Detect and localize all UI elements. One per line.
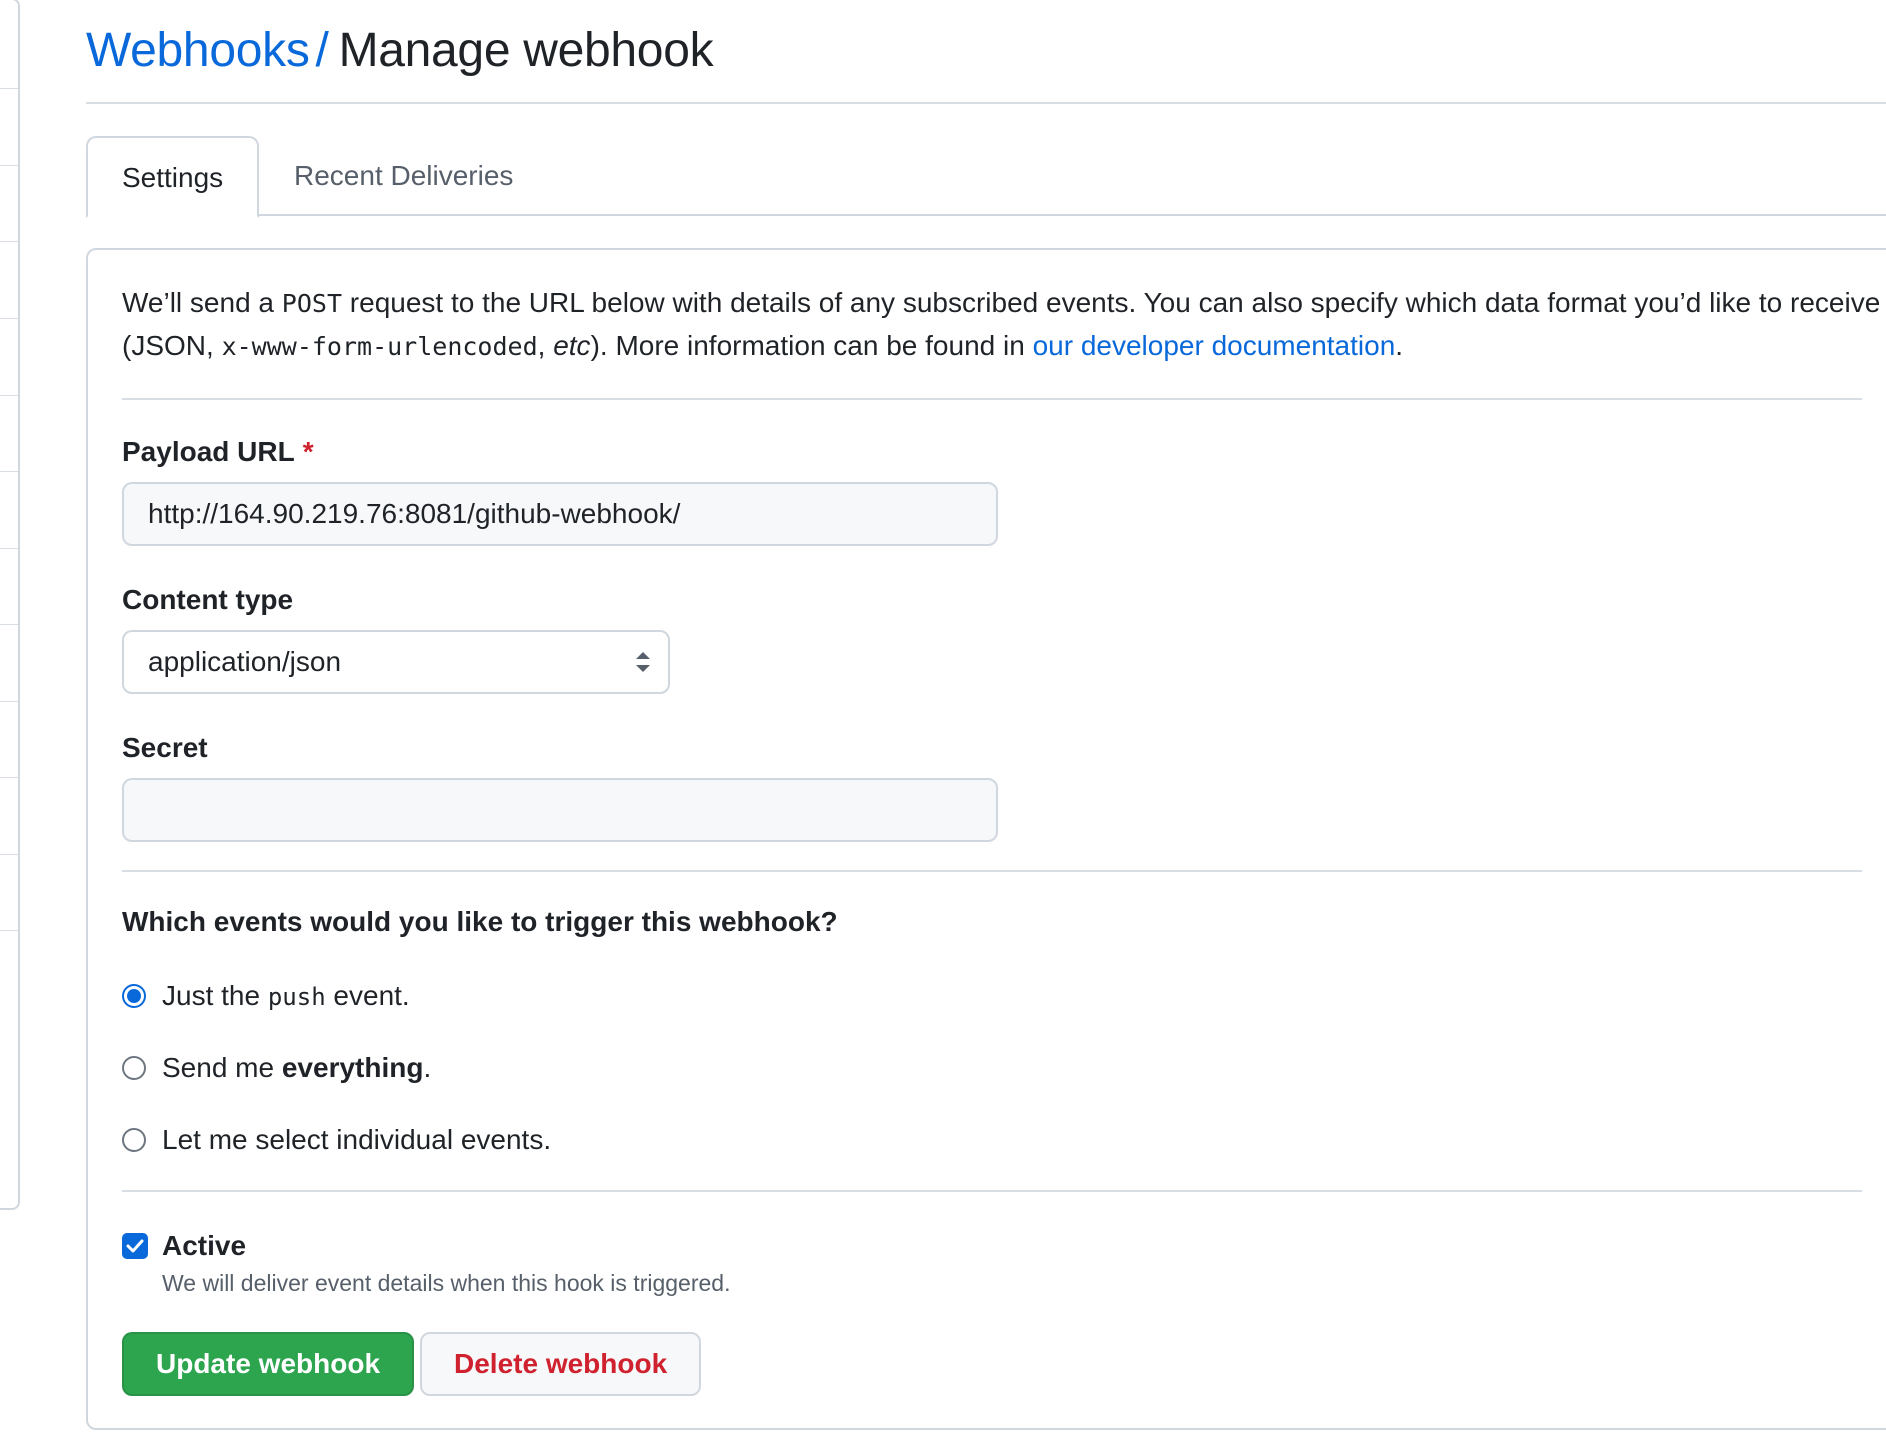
urlencoded-code: x-www-form-urlencoded: [221, 332, 538, 361]
breadcrumb-webhooks-link[interactable]: Webhooks: [86, 24, 310, 77]
checkmark-icon: [126, 1239, 144, 1253]
settings-sidebar: [0, 0, 20, 1210]
event-option-label: Just the push event.: [162, 976, 410, 1017]
select-arrows-icon: [636, 652, 650, 672]
post-code: POST: [281, 289, 343, 318]
event-option-everything[interactable]: Send me everything.: [122, 1048, 431, 1088]
sidebar-separator: [0, 930, 18, 931]
event-option-push[interactable]: Just the push event.: [122, 976, 410, 1016]
intro-text-part: ). More information can be found in: [590, 330, 1033, 361]
breadcrumb-current: Manage webhook: [338, 24, 714, 77]
sidebar-separator: [0, 854, 18, 855]
intro-text-part: .: [1395, 330, 1404, 361]
section-divider: [122, 1190, 1862, 1192]
webhook-settings-form: We’ll send a POST request to the URL bel…: [86, 248, 1886, 1430]
push-code: push: [267, 982, 326, 1011]
event-option-text: .: [423, 1052, 432, 1083]
radio-button[interactable]: [122, 1128, 146, 1152]
sidebar-separator: [0, 548, 18, 549]
event-option-label: Let me select individual events.: [162, 1124, 552, 1155]
required-indicator: *: [302, 436, 314, 467]
update-webhook-button[interactable]: Update webhook: [122, 1332, 415, 1396]
etc-text: etc: [553, 330, 591, 361]
active-checkbox-row[interactable]: Active: [122, 1226, 246, 1266]
event-option-text: Send me: [162, 1052, 282, 1083]
developer-docs-link[interactable]: our developer documentation: [1033, 330, 1396, 361]
payload-url-input[interactable]: [122, 482, 998, 546]
delete-webhook-button[interactable]: Delete webhook: [420, 1332, 702, 1396]
intro-text: We’ll send a POST request to the URL bel…: [122, 282, 1882, 368]
breadcrumb-separator: /: [315, 24, 329, 77]
tab-bar: Settings Recent Deliveries: [86, 136, 1886, 218]
section-divider: [122, 398, 1862, 400]
event-option-individual[interactable]: Let me select individual events.: [122, 1120, 551, 1160]
payload-url-label-text: Payload URL: [122, 436, 295, 467]
sidebar-separator: [0, 241, 18, 242]
event-option-text: event.: [325, 979, 410, 1011]
payload-url-label: Payload URL *: [122, 434, 314, 470]
sidebar-separator: [0, 318, 18, 319]
content-type-select[interactable]: application/json: [122, 630, 670, 694]
sidebar-separator: [0, 701, 18, 702]
content-type-value: application/json: [148, 646, 342, 677]
everything-bold-text: everything: [281, 1052, 424, 1083]
active-checkbox[interactable]: [122, 1233, 148, 1259]
event-option-text: Just the: [162, 979, 268, 1011]
active-label: Active: [162, 1230, 247, 1261]
content-type-label: Content type: [122, 584, 294, 615]
event-option-label: Send me everything.: [162, 1048, 431, 1088]
secret-label: Secret: [122, 732, 208, 763]
section-divider: [122, 870, 1862, 872]
intro-text-part: ,: [537, 330, 554, 361]
sidebar-separator: [0, 165, 18, 166]
sidebar-separator: [0, 624, 18, 625]
sidebar-separator: [0, 88, 18, 89]
page-title: Webhooks / Manage webhook: [86, 20, 1886, 82]
page-header: Webhooks / Manage webhook: [86, 20, 1886, 104]
sidebar-separator: [0, 395, 18, 396]
active-hint: We will deliver event details when this …: [162, 1270, 731, 1296]
sidebar-separator: [0, 777, 18, 778]
events-question: Which events would you like to trigger t…: [122, 906, 838, 937]
radio-button[interactable]: [122, 984, 146, 1008]
tab-settings[interactable]: Settings: [86, 136, 260, 218]
secret-input[interactable]: [122, 778, 998, 842]
tab-recent-deliveries[interactable]: Recent Deliveries: [260, 136, 547, 216]
intro-text-part: We’ll send a: [122, 287, 282, 318]
sidebar-separator: [0, 471, 18, 472]
radio-button[interactable]: [122, 1056, 146, 1080]
